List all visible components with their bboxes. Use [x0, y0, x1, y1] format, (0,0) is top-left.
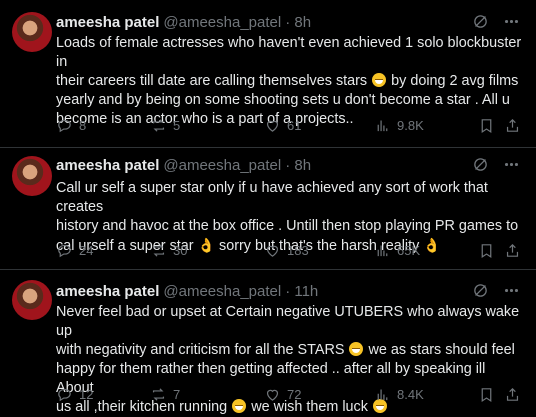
share-icon	[506, 243, 519, 257]
more-icon[interactable]	[503, 13, 520, 30]
repost-icon	[152, 388, 165, 401]
grinning-emoji	[349, 342, 364, 356]
reply-icon	[58, 244, 71, 258]
author-name[interactable]: ameesha patel	[56, 14, 159, 31]
like-button[interactable]: 61	[264, 117, 301, 134]
tweet-header: ameesha patel @ameesha_patel · 8h	[56, 12, 311, 32]
more-icon[interactable]	[503, 156, 520, 173]
tweet-line: their careers till date are calling them…	[56, 73, 368, 89]
repost-count: 5	[173, 118, 181, 133]
share-icon	[506, 387, 519, 401]
share-icon	[506, 118, 519, 132]
tweet-header: ameesha patel @ameesha_patel · 11h	[56, 281, 318, 301]
avatar[interactable]	[12, 280, 52, 320]
like-count: 183	[287, 243, 309, 258]
views-button[interactable]: 9.8K	[374, 117, 424, 134]
tweet-line: history and havoc at the box office . Un…	[56, 218, 519, 234]
timestamp[interactable]: · 8h	[285, 14, 311, 31]
grok-icon[interactable]	[472, 282, 489, 299]
tweet-3[interactable]: ameesha patel @ameesha_patel · 11h Never…	[0, 270, 536, 415]
action-bar: 24 30 183 65K	[56, 242, 520, 262]
views-button[interactable]: 8.4K	[374, 386, 424, 403]
author-handle[interactable]: @ameesha_patel	[163, 283, 281, 300]
like-icon	[266, 389, 279, 401]
like-icon	[266, 120, 279, 132]
repost-icon	[152, 119, 165, 132]
share-button[interactable]	[504, 386, 521, 403]
author-name[interactable]: ameesha patel	[56, 283, 159, 300]
bookmark-button[interactable]	[478, 386, 495, 403]
bookmark-icon	[481, 388, 492, 403]
views-count: 9.8K	[397, 118, 424, 133]
bookmark-button[interactable]	[478, 117, 495, 134]
reply-button[interactable]: 12	[56, 386, 93, 403]
timestamp[interactable]: · 8h	[285, 157, 311, 174]
author-name[interactable]: ameesha patel	[56, 157, 159, 174]
action-bar: 12 7 72 8.4K	[56, 386, 520, 406]
tweet-1[interactable]: ameesha patel @ameesha_patel · 8h Loads …	[0, 0, 536, 148]
like-button[interactable]: 183	[264, 242, 309, 259]
grok-icon[interactable]	[472, 13, 489, 30]
reply-icon	[58, 388, 71, 402]
tweet-line: with negativity and criticism for all th…	[56, 342, 345, 358]
bookmark-icon	[481, 244, 492, 259]
reply-count: 24	[79, 243, 94, 258]
repost-button[interactable]: 7	[150, 386, 180, 403]
tweet-text: Loads of female actresses who haven't ev…	[56, 34, 526, 129]
reply-button[interactable]: 24	[56, 242, 93, 259]
bookmark-button[interactable]	[478, 242, 495, 259]
views-icon	[377, 389, 388, 401]
reply-count: 12	[79, 387, 94, 402]
like-button[interactable]: 72	[264, 386, 301, 403]
repost-count: 7	[173, 387, 181, 402]
author-handle[interactable]: @ameesha_patel	[163, 157, 281, 174]
avatar[interactable]	[12, 156, 52, 196]
action-bar: 8 5 61 9.8K	[56, 117, 520, 137]
reply-icon	[58, 119, 71, 133]
repost-icon	[152, 244, 165, 257]
tweet-header: ameesha patel @ameesha_patel · 8h	[56, 155, 311, 175]
views-icon	[377, 120, 388, 132]
tweet-line: Loads of female actresses who haven't ev…	[56, 35, 522, 70]
like-count: 72	[287, 387, 302, 402]
grinning-emoji	[372, 73, 387, 87]
more-icon[interactable]	[503, 282, 520, 299]
grok-icon[interactable]	[472, 156, 489, 173]
author-handle[interactable]: @ameesha_patel	[163, 14, 281, 31]
reply-count: 8	[79, 118, 87, 133]
like-icon	[266, 245, 279, 257]
views-count: 8.4K	[397, 387, 424, 402]
tweet-line: yearly and by being on some shooting set…	[56, 92, 510, 108]
views-icon	[377, 245, 388, 257]
tweet-2[interactable]: ameesha patel @ameesha_patel · 8h Call u…	[0, 148, 536, 270]
repost-button[interactable]: 30	[150, 242, 187, 259]
tweet-line: Call ur self a super star only if u have…	[56, 180, 488, 215]
share-button[interactable]	[504, 242, 521, 259]
tweet-line: we as stars should feel	[368, 342, 515, 358]
avatar[interactable]	[12, 12, 52, 52]
repost-button[interactable]: 5	[150, 117, 180, 134]
reply-button[interactable]: 8	[56, 117, 86, 134]
views-button[interactable]: 65K	[374, 242, 420, 259]
tweet-line: Never feel bad or upset at Certain negat…	[56, 304, 520, 339]
like-count: 61	[287, 118, 302, 133]
tweet-line: by doing 2 avg films	[391, 73, 519, 89]
views-count: 65K	[397, 243, 421, 258]
bookmark-icon	[481, 119, 492, 134]
timestamp[interactable]: · 11h	[285, 283, 318, 300]
share-button[interactable]	[504, 117, 521, 134]
repost-count: 30	[173, 243, 188, 258]
